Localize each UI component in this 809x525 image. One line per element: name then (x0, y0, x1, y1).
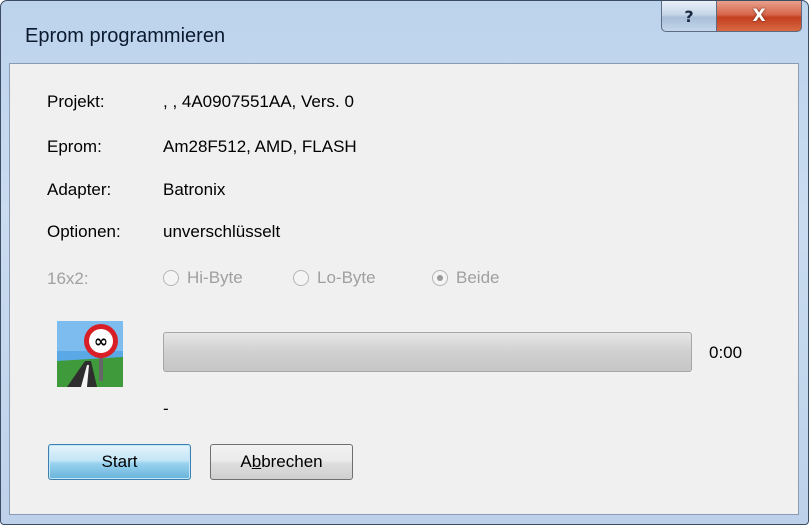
svg-text:∞: ∞ (94, 332, 108, 352)
optionen-value: unverschlüsselt (163, 222, 281, 241)
start-button-label: Start (101, 452, 138, 471)
start-button[interactable]: Start (48, 444, 191, 480)
close-icon: X (752, 6, 766, 26)
projekt-label: Projekt: (47, 92, 105, 111)
beide-label: Beide (456, 268, 500, 287)
projekt-value: , , 4A0907551AA, Vers. 0 (163, 92, 354, 111)
cancel-button[interactable]: Abbrechen (210, 444, 353, 480)
dialog-content: Projekt: , , 4A0907551AA, Vers. 0 Eprom:… (9, 63, 799, 515)
dialog-window: Eprom programmieren ? X Projekt: , , 4A0… (0, 0, 809, 525)
hi-byte-radio[interactable]: Hi-Byte (163, 268, 243, 288)
progress-bar (163, 332, 692, 372)
close-button[interactable]: X (716, 1, 802, 32)
lo-byte-radio[interactable]: Lo-Byte (293, 268, 376, 288)
beide-radio[interactable]: Beide (432, 268, 499, 288)
help-button[interactable]: ? (661, 1, 717, 32)
cancel-button-label: Abbrechen (240, 452, 322, 472)
no-limit-road-sign-icon: ∞ (57, 321, 123, 387)
elapsed-time: 0:00 (709, 343, 743, 362)
cancel-accelerator-key: b (251, 452, 262, 471)
optionen-label: Optionen: (47, 222, 121, 241)
cancel-label-part: A (240, 452, 252, 471)
radio-indicator (163, 270, 179, 286)
help-icon: ? (684, 6, 694, 26)
adapter-label: Adapter: (47, 180, 112, 199)
title-bar[interactable]: Eprom programmieren ? X (1, 1, 808, 63)
status-text: - (163, 399, 169, 418)
cancel-label-part: brechen (261, 452, 323, 471)
lo-byte-label: Lo-Byte (317, 268, 376, 287)
adapter-value: Batronix (163, 180, 226, 199)
eprom-value: Am28F512, AMD, FLASH (163, 137, 357, 156)
hi-byte-label: Hi-Byte (187, 268, 243, 287)
eprom-label: Eprom: (47, 137, 102, 156)
radio-indicator (293, 270, 309, 286)
window-title: Eprom programmieren (25, 25, 226, 47)
mode-label: 16x2: (47, 269, 89, 288)
radio-indicator (432, 270, 448, 286)
